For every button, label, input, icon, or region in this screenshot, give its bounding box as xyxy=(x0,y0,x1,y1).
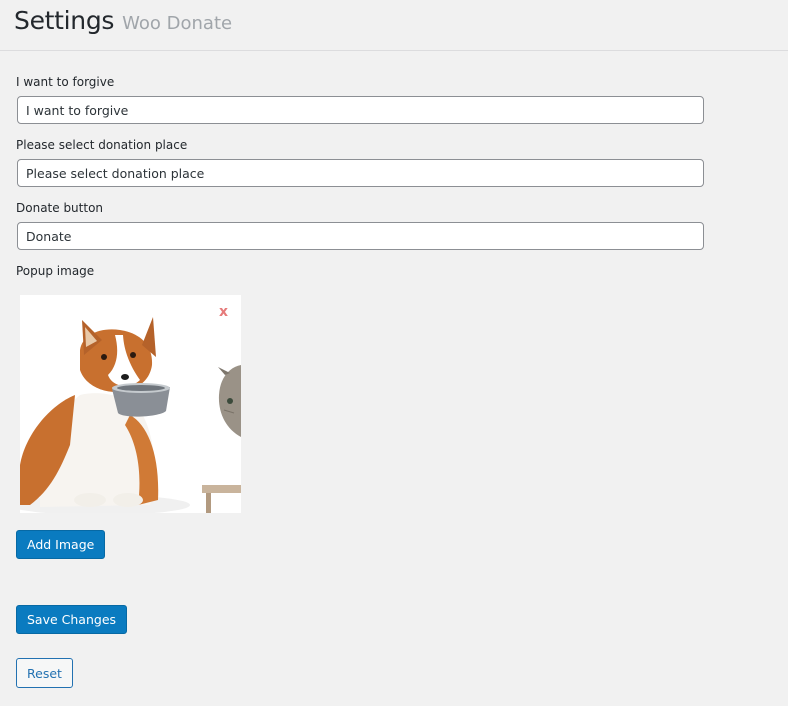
page-subtitle: Woo Donate xyxy=(122,13,233,34)
donation-place-label: Please select donation place xyxy=(16,138,188,152)
page-title: Settings xyxy=(14,6,115,35)
popup-image-label: Popup image xyxy=(16,264,95,278)
donate-button-label: Donate button xyxy=(16,201,104,215)
reset-button[interactable]: Reset xyxy=(16,658,73,688)
popup-image-preview xyxy=(20,295,241,513)
page-header: Settings Woo Donate xyxy=(14,6,232,42)
donation-place-input[interactable] xyxy=(17,159,704,187)
dog-cat-image xyxy=(20,295,241,513)
forgive-input[interactable] xyxy=(17,96,704,124)
forgive-label: I want to forgive xyxy=(16,75,115,89)
remove-image-icon[interactable]: x xyxy=(219,305,228,319)
add-image-button[interactable]: Add Image xyxy=(16,530,106,559)
donate-button-input[interactable] xyxy=(17,222,704,250)
header-divider xyxy=(0,50,788,51)
settings-page: Settings Woo Donate I want to forgive Pl… xyxy=(0,0,788,706)
save-changes-button[interactable]: Save Changes xyxy=(16,605,128,634)
